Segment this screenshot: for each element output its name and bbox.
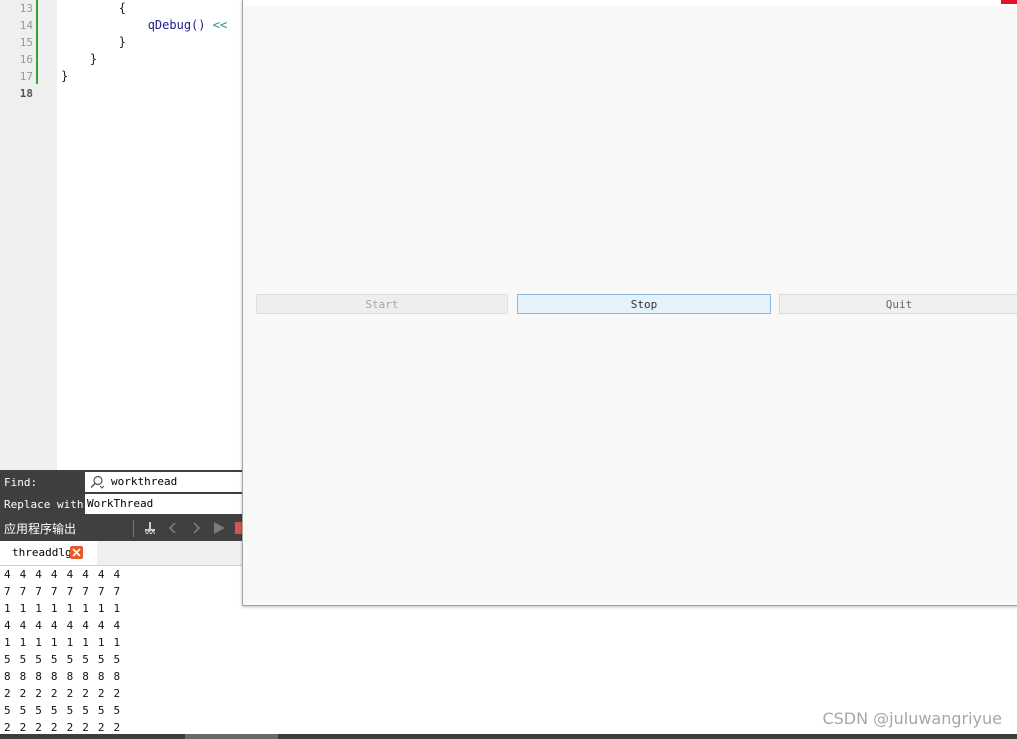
code-editor[interactable]: { qDebug() << } } }	[57, 0, 243, 470]
line-number-current: 18	[19, 87, 33, 100]
output-line: 5 5 5 5 5 5 5 5	[4, 653, 122, 666]
line-number: 16	[19, 53, 33, 66]
chevron-left-icon[interactable]	[166, 521, 180, 535]
quit-button[interactable]: Quit	[779, 294, 1017, 314]
chevron-right-icon[interactable]	[189, 521, 203, 535]
close-tab-icon[interactable]	[70, 546, 83, 559]
find-input-value: workthread	[111, 475, 178, 488]
start-button[interactable]: Start	[256, 294, 508, 314]
output-line: 4 4 4 4 4 4 4 4	[4, 568, 122, 581]
code-line: {	[61, 1, 127, 15]
output-line: 1 1 1 1 1 1 1 1	[4, 636, 122, 649]
output-line: 2 2 2 2 2 2 2 2	[4, 687, 122, 700]
output-line: 4 4 4 4 4 4 4 4	[4, 619, 122, 632]
window-close-button[interactable]	[1001, 0, 1017, 4]
find-replace-bar: Find: workthread Replace with: WorkThrea…	[0, 470, 243, 516]
line-number: 17	[19, 70, 33, 83]
output-tabs: threaddlg	[0, 541, 243, 566]
tab-threaddlg[interactable]: threaddlg	[0, 541, 97, 565]
output-line: 5 5 5 5 5 5 5 5	[4, 704, 122, 717]
change-marker	[36, 0, 38, 84]
find-input[interactable]: workthread	[85, 472, 243, 492]
tab-label: threaddlg	[12, 546, 72, 559]
run-icon[interactable]	[212, 521, 226, 535]
replace-input[interactable]: WorkThread	[85, 494, 243, 514]
stop-button[interactable]: Stop	[517, 294, 771, 314]
taskbar-strip	[0, 734, 1017, 739]
clear-output-icon[interactable]	[143, 521, 157, 535]
code-line: }	[61, 52, 98, 66]
line-number: 15	[19, 36, 33, 49]
code-line: qDebug() <<	[61, 17, 227, 34]
toolbar-separator	[133, 520, 134, 537]
code-line: }	[61, 69, 69, 83]
application-output[interactable]: 4 4 4 4 4 4 4 4 7 7 7 7 7 7 7 7 1 1 1 1 …	[0, 566, 243, 734]
output-pane-header: 应用程序输出	[0, 516, 247, 541]
code-operator: <<	[205, 18, 228, 32]
taskbar-item[interactable]	[185, 734, 278, 739]
output-line: 7 7 7 7 7 7 7 7	[4, 585, 122, 598]
code-function: qDebug()	[147, 18, 206, 32]
line-number: 13	[19, 2, 33, 15]
thread-dialog-window: Start Stop Quit	[242, 0, 1017, 606]
replace-input-value: WorkThread	[87, 497, 154, 510]
find-label: Find:	[4, 476, 38, 489]
line-number: 14	[19, 19, 33, 32]
code-line: }	[61, 35, 127, 49]
dialog-title-strip	[243, 0, 1017, 6]
output-pane-title: 应用程序输出	[4, 522, 77, 536]
editor-gutter: 13 14 15 16 17 18	[0, 0, 57, 470]
output-line: 1 1 1 1 1 1 1 1	[4, 602, 122, 615]
replace-label: Replace with:	[4, 498, 91, 511]
watermark: CSDN @juluwangriyue	[822, 709, 1002, 728]
output-line: 8 8 8 8 8 8 8 8	[4, 670, 122, 683]
search-icon[interactable]	[90, 475, 104, 489]
